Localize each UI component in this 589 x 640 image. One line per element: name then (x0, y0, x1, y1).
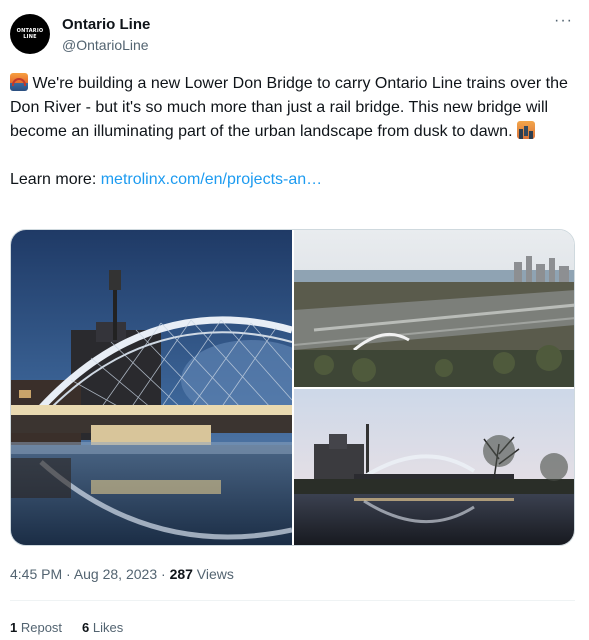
user-handle[interactable]: @OntarioLine (62, 36, 150, 55)
learn-more-label: Learn more: (10, 171, 101, 188)
article-link[interactable]: metrolinx.com/en/projects-an… (101, 171, 322, 188)
meta-separator: · (62, 566, 74, 582)
tweet-time[interactable]: 4:45 PM (10, 566, 62, 582)
tweet-body: We're building a new Lower Don Bridge to… (10, 75, 568, 140)
author-names: Ontario Line @OntarioLine (62, 16, 150, 55)
bridge-aerial-image (294, 230, 574, 387)
views-label: Views (192, 566, 234, 582)
reposts-stat[interactable]: 1 Repost (10, 620, 62, 635)
cityscape-at-dusk-emoji (516, 121, 535, 139)
bridge-night-render[interactable] (11, 230, 292, 545)
reposts-label: Repost (17, 620, 63, 635)
learn-more-line: Learn more: metrolinx.com/en/projects-an… (10, 168, 580, 192)
bridge-at-night-emoji (10, 73, 28, 91)
avatar[interactable]: ONTARIO LINE (10, 14, 50, 54)
tweet-date[interactable]: Aug 28, 2023 (74, 566, 157, 582)
views-count: 287 (169, 566, 193, 582)
engagement-stats: 1 Repost 6 Likes (10, 620, 123, 635)
tweet-paragraph: We're building a new Lower Don Bridge to… (10, 72, 580, 144)
bridge-dusk-image (294, 389, 574, 545)
display-name[interactable]: Ontario Line (62, 16, 150, 34)
more-horizontal-icon[interactable]: ··· (554, 12, 573, 30)
bridge-dusk-render[interactable] (294, 389, 574, 545)
meta-separator: · (157, 566, 170, 582)
tweet-text: We're building a new Lower Don Bridge to… (10, 72, 580, 192)
divider (10, 600, 575, 601)
tweet-meta: 4:45 PM · Aug 28, 2023 · 287 Views (10, 566, 234, 582)
avatar-text-line2: LINE (23, 34, 37, 40)
bridge-night-image (11, 230, 292, 545)
likes-label: Likes (89, 620, 124, 635)
likes-stat[interactable]: 6 Likes (82, 620, 123, 635)
bridge-aerial-render[interactable] (294, 230, 574, 387)
tweet-header: ONTARIO LINE Ontario Line @OntarioLine ·… (10, 12, 579, 60)
media-grid (10, 229, 575, 546)
